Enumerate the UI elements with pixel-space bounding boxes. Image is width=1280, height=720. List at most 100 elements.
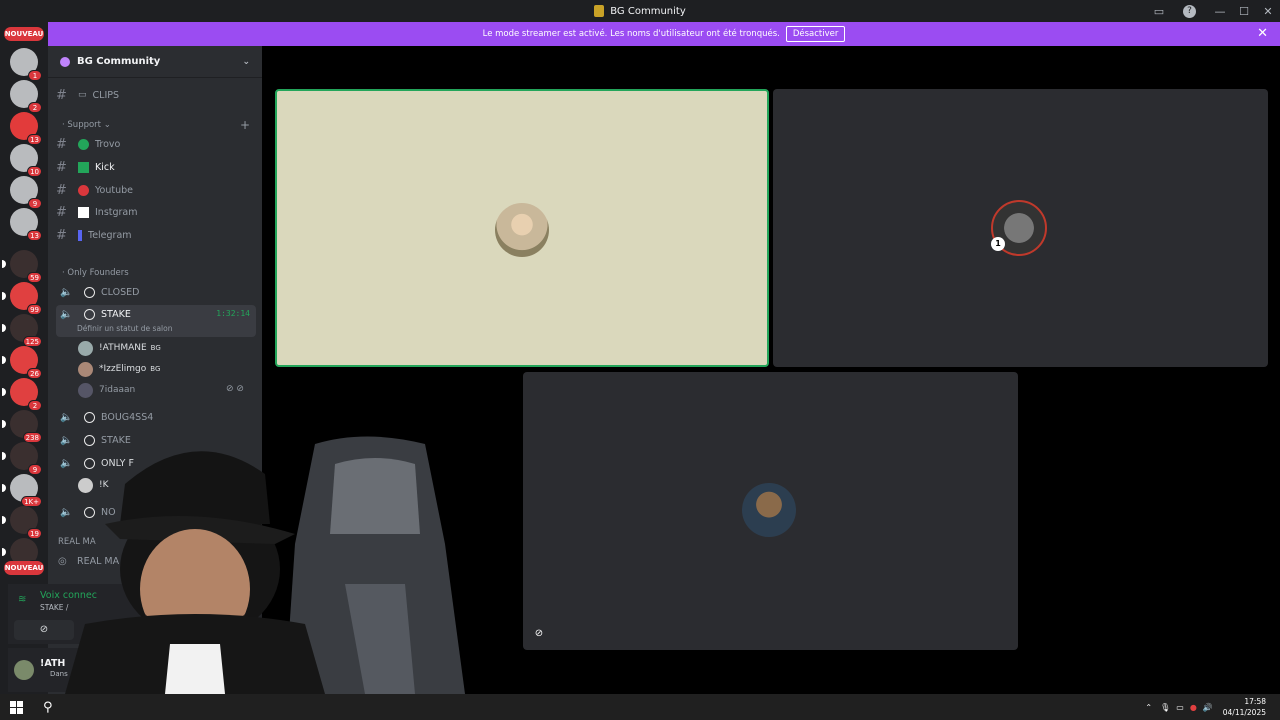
windows-start-icon[interactable] — [10, 700, 23, 714]
server-icon[interactable]: 26 — [2, 346, 42, 379]
new-badge: NOUVEAU — [4, 561, 44, 575]
mention-badge: 59 — [27, 272, 42, 283]
microphone-icon[interactable]: 🎙 — [1160, 703, 1170, 712]
category-support[interactable]: · Support ⌄ — [62, 120, 111, 130]
user-name: *IzzElimgo — [99, 364, 147, 374]
no-entry-icon — [84, 286, 95, 298]
green-circle-icon — [78, 138, 89, 150]
server-icon[interactable]: 13 — [10, 112, 42, 145]
channel-label: BOUG4SS4 — [101, 411, 154, 423]
app-logo-icon — [594, 5, 605, 17]
server-icon[interactable]: 238 — [2, 410, 42, 443]
chevron-up-icon[interactable]: ⌃ — [1145, 703, 1152, 712]
server-icon[interactable]: 59 — [2, 250, 42, 283]
screen-icon: ▭ — [78, 90, 87, 100]
server-icon[interactable]: 2 — [10, 80, 42, 113]
server-icon[interactable]: 125 — [2, 314, 42, 347]
minimize-button[interactable]: — — [1208, 5, 1232, 18]
voice-user[interactable]: *IzzElimgo BG — [78, 359, 160, 379]
check-icon — [78, 161, 89, 173]
channel-kick[interactable]: # Kick — [56, 157, 115, 177]
user-tag: BG — [150, 365, 161, 373]
server-icon[interactable]: 2 — [2, 378, 42, 411]
mention-badge: 2 — [28, 102, 42, 113]
clock[interactable]: 17:58 04/11/2025 — [1223, 696, 1266, 718]
add-channel-icon[interactable]: + — [240, 118, 250, 132]
server-icon[interactable]: 99 — [2, 282, 42, 315]
voice-channel-stake[interactable]: 🔈 STAKE 1:32:14 Définir un statut de salo… — [56, 305, 256, 337]
mention-badge: 2 — [28, 400, 42, 411]
server-icon[interactable]: 9 — [10, 176, 42, 209]
avatar — [78, 361, 93, 377]
channel-label: Kick — [95, 161, 115, 173]
no-entry-icon — [84, 309, 95, 320]
guild-header[interactable]: BG Community ⌄ — [48, 46, 262, 78]
server-icon[interactable]: 19 — [2, 506, 42, 539]
guild-icon — [60, 56, 70, 67]
new-badge: NOUVEAU — [4, 27, 44, 41]
maximize-button[interactable]: ☐ — [1232, 5, 1256, 18]
mention-badge: 99 — [27, 304, 42, 315]
count-badge: 1 — [991, 237, 1005, 251]
system-tray: ⌃ 🎙 ▭ ● 🔊 17:58 04/11/2025 — [1145, 694, 1266, 720]
server-icon[interactable]: 1K+ — [2, 474, 42, 507]
chrome-icon[interactable]: ● — [1190, 703, 1197, 712]
mention-badge: 13 — [27, 134, 42, 145]
speaker-icon: 🔈 — [60, 286, 73, 298]
channel-label: STAKE — [101, 309, 131, 320]
channel-label: Youtube — [95, 184, 133, 196]
deafened-icon: ⊘ — [534, 628, 544, 639]
server-icon[interactable]: 10 — [10, 144, 42, 177]
hash-icon: # — [56, 136, 67, 152]
mention-badge: 9 — [28, 198, 42, 209]
voice-timer: 1:32:14 — [216, 309, 250, 318]
disable-streamer-button[interactable]: Désactiver — [785, 26, 846, 42]
server-icon[interactable]: 13 — [10, 208, 42, 241]
voice-user[interactable]: 7idaaan — [78, 380, 135, 400]
channel-label: Trovo — [95, 138, 121, 150]
phone-icon — [78, 229, 82, 241]
close-window-button[interactable]: ✕ — [1256, 5, 1280, 18]
mention-badge: 1 — [28, 70, 42, 81]
banner-message: Le mode streamer est activé. Les noms d'… — [482, 29, 780, 39]
video-tile-speaking[interactable] — [275, 89, 769, 367]
video-tile[interactable]: ⊘ — [523, 372, 1018, 650]
voice-user[interactable]: !ATHMANE BG — [78, 338, 161, 358]
inbox-icon[interactable]: ▭ — [1147, 5, 1171, 18]
volume-icon[interactable]: 🔊 — [1203, 703, 1213, 712]
hash-icon: # — [56, 87, 67, 103]
user-name: !ATH — [40, 658, 66, 669]
mention-badge: 13 — [27, 230, 42, 241]
channel-telegram[interactable]: # Telegram — [56, 225, 132, 245]
streamer-mode-banner: Le mode streamer est activé. Les noms d'… — [48, 22, 1280, 46]
dismiss-banner-icon[interactable]: ✕ — [1257, 26, 1268, 41]
hash-icon: # — [56, 182, 67, 198]
server-icon[interactable]: 9 — [2, 442, 42, 475]
channel-youtube[interactable]: # Youtube — [56, 180, 133, 200]
avatar — [78, 340, 93, 356]
channel-status[interactable]: Définir un statut de salon — [77, 324, 172, 333]
channel-clips[interactable]: # ▭ CLIPS — [56, 85, 119, 105]
avatar[interactable] — [14, 660, 34, 680]
voice-channel-closed[interactable]: 🔈 CLOSED — [56, 281, 256, 303]
search-icon[interactable]: ⚲ — [43, 700, 53, 715]
chevron-down-icon: ⌄ — [242, 56, 250, 67]
hash-icon: # — [56, 204, 67, 220]
video-tile[interactable]: 1 — [773, 89, 1268, 367]
channel-trovo[interactable]: # Trovo — [56, 134, 120, 154]
mention-badge: 9 — [28, 464, 42, 475]
channel-instagram[interactable]: # Instgram — [56, 202, 138, 222]
help-icon[interactable]: ? — [1183, 4, 1196, 18]
hash-icon: # — [56, 227, 67, 243]
category-only-founders[interactable]: · Only Founders — [62, 268, 129, 278]
speaker-icon: 🔈 — [60, 309, 73, 320]
mention-badge: 10 — [27, 166, 42, 177]
white-square-icon — [78, 206, 89, 218]
network-icon[interactable]: ▭ — [1176, 703, 1184, 712]
window-title: BG Community — [610, 5, 686, 17]
mention-badge: 19 — [27, 528, 42, 539]
title-bar: BG Community ▭ ? — ☐ ✕ — [0, 0, 1280, 22]
server-icon[interactable]: 1 — [10, 48, 42, 81]
channel-label: CLIPS — [92, 89, 120, 101]
avatar — [742, 483, 796, 537]
